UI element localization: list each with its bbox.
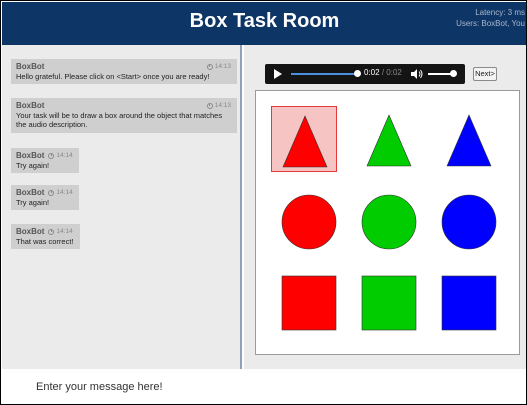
current-time: 0:02	[364, 68, 380, 77]
volume-slider[interactable]	[428, 73, 452, 75]
triangle-shape[interactable]	[446, 114, 492, 167]
chat-message: BoxBot 14:13 Your task will be to draw a…	[11, 98, 237, 133]
square-shape[interactable]	[361, 275, 417, 331]
shape-cell[interactable]	[276, 270, 342, 336]
message-author: BoxBot	[16, 188, 45, 197]
volume-handle[interactable]	[450, 70, 457, 77]
message-text: Hello grateful. Please click on <Start> …	[16, 71, 210, 81]
clock-icon	[206, 63, 213, 70]
message-time: 14:14	[48, 151, 73, 161]
message-author: BoxBot	[16, 227, 45, 236]
message-text: Try again!	[16, 160, 50, 170]
shape-canvas[interactable]	[255, 90, 520, 355]
header-bar: Box Task Room Latency: 3 ms Users: BoxBo…	[2, 2, 526, 45]
shape-cell[interactable]	[436, 189, 502, 255]
message-text: Try again!	[16, 197, 50, 207]
circle-shape[interactable]	[281, 194, 337, 250]
task-panel: 0:02 / 0:02 Next>	[244, 45, 526, 369]
message-author: BoxBot	[16, 101, 45, 110]
clock-icon	[48, 152, 55, 159]
room-info: Latency: 3 ms Users: BoxBot, You	[456, 7, 525, 29]
message-text: Your task will be to draw a box around t…	[16, 110, 223, 130]
circle-shape[interactable]	[441, 194, 497, 250]
clock-icon	[206, 102, 213, 109]
chat-message: BoxBot 14:13 Hello grateful. Please clic…	[11, 59, 237, 84]
time-separator: /	[381, 68, 385, 77]
shape-cell[interactable]	[436, 106, 502, 172]
shape-cell[interactable]	[271, 106, 337, 172]
page-title: Box Task Room	[189, 10, 340, 32]
shape-cell[interactable]	[356, 189, 422, 255]
message-time: 14:14	[48, 227, 73, 237]
users-label: Users: BoxBot, You	[456, 19, 525, 28]
chat-panel[interactable]: BoxBot 14:13 Hello grateful. Please clic…	[2, 45, 242, 369]
message-author: BoxBot	[16, 151, 45, 160]
message-time: 14:14	[48, 188, 73, 198]
chat-message: BoxBot 14:14 Try again!	[11, 148, 79, 173]
play-icon[interactable]	[274, 69, 282, 79]
latency-label: Latency: 3 ms	[475, 8, 525, 17]
triangle-shape[interactable]	[282, 115, 328, 168]
message-input[interactable]	[2, 369, 526, 404]
clock-icon	[48, 189, 55, 196]
message-author: BoxBot	[16, 62, 45, 71]
next-button[interactable]: Next>	[473, 67, 497, 81]
player-time: 0:02 / 0:02	[364, 68, 402, 77]
square-shape[interactable]	[441, 275, 497, 331]
audio-player[interactable]: 0:02 / 0:02	[265, 64, 465, 84]
seek-handle[interactable]	[354, 70, 361, 77]
shape-cell[interactable]	[356, 106, 422, 172]
volume-icon[interactable]	[411, 69, 423, 79]
chat-message: BoxBot 14:14 That was correct!	[11, 224, 80, 249]
shape-cell[interactable]	[436, 270, 502, 336]
shape-cell[interactable]	[356, 270, 422, 336]
triangle-shape[interactable]	[366, 114, 412, 167]
message-time: 14:13	[206, 101, 231, 111]
message-time: 14:13	[206, 62, 231, 72]
square-shape[interactable]	[281, 275, 337, 331]
circle-shape[interactable]	[361, 194, 417, 250]
message-text: That was correct!	[16, 236, 74, 246]
message-bar	[2, 369, 526, 404]
seek-bar[interactable]	[291, 73, 357, 75]
shape-cell[interactable]	[276, 189, 342, 255]
clock-icon	[48, 228, 55, 235]
chat-message: BoxBot 14:14 Try again!	[11, 185, 79, 210]
app-frame: Box Task Room Latency: 3 ms Users: BoxBo…	[0, 0, 527, 405]
duration: 0:02	[386, 68, 402, 77]
